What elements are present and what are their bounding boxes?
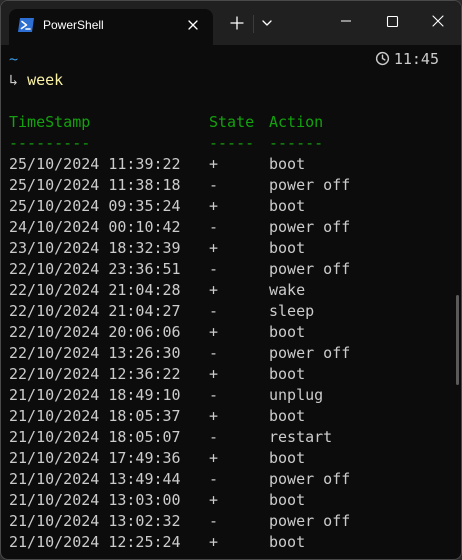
cell-state: + [209, 533, 219, 551]
cell-action: power off [269, 176, 351, 194]
cell-timestamp: 22/10/2024 21:04:27 [9, 302, 181, 320]
cell-action: ------ [269, 134, 324, 152]
cell-action: boot [269, 449, 306, 467]
cell-timestamp: 21/10/2024 17:49:36 [9, 449, 181, 467]
cell-timestamp: 21/10/2024 18:05:07 [9, 428, 181, 446]
cell-state: - [209, 218, 219, 236]
cell-action: unplug [269, 386, 324, 404]
cell-state: + [209, 155, 219, 173]
cell-timestamp: 25/10/2024 11:38:18 [9, 176, 181, 194]
cell-action: wake [269, 281, 306, 299]
cell-state: ----- [209, 134, 255, 152]
cell-timestamp: 22/10/2024 12:36:22 [9, 365, 181, 383]
cell-timestamp: 21/10/2024 13:02:32 [9, 512, 181, 530]
cell-timestamp: 25/10/2024 11:39:22 [9, 155, 181, 173]
cell-timestamp: 21/10/2024 13:49:44 [9, 470, 181, 488]
cell-action: power off [269, 260, 351, 278]
titlebar-divider [253, 15, 254, 33]
cell-action: boot [269, 407, 306, 425]
plus-icon[interactable] [225, 11, 249, 35]
cell-timestamp: 25/10/2024 09:35:24 [9, 197, 181, 215]
cell-timestamp: 21/10/2024 18:49:10 [9, 386, 181, 404]
cell-state: + [209, 239, 219, 257]
minimize-icon[interactable] [323, 3, 369, 39]
title-bar: PowerShell [1, 1, 461, 45]
cell-state: State [209, 113, 255, 131]
cell-state: - [209, 512, 219, 530]
cell-state: + [209, 323, 219, 341]
cell-timestamp: 22/10/2024 20:06:06 [9, 323, 181, 341]
terminal-output[interactable]: ~ 11:45 ↳ week TimeStamp State Action -----… [1, 45, 461, 559]
cell-action: boot [269, 155, 306, 173]
cell-timestamp: 21/10/2024 13:03:00 [9, 491, 181, 509]
cell-state: + [209, 407, 219, 425]
cell-action: boot [269, 197, 306, 215]
cell-state: + [209, 197, 219, 215]
cell-timestamp: 21/10/2024 12:25:24 [9, 533, 181, 551]
cell-action: power off [269, 344, 351, 362]
cell-action: boot [269, 323, 306, 341]
cell-timestamp: 24/10/2024 00:10:42 [9, 218, 181, 236]
cell-state: - [209, 176, 219, 194]
cell-action: Action [269, 113, 324, 131]
tab-title: PowerShell [43, 18, 104, 32]
chevron-down-icon[interactable] [257, 11, 277, 35]
cell-action: boot [269, 491, 306, 509]
cell-state: - [209, 344, 219, 362]
prompt-path: ~ [9, 50, 19, 68]
scrollbar[interactable] [456, 295, 459, 385]
prompt-time: 11:45 [393, 50, 439, 68]
tab-powershell[interactable]: PowerShell [9, 9, 213, 45]
prompt-arrow: ↳ [9, 71, 19, 89]
cell-action: power off [269, 218, 351, 236]
cell-state: - [209, 470, 219, 488]
powershell-icon [18, 18, 34, 32]
cell-state: + [209, 491, 219, 509]
cell-action: power off [269, 470, 351, 488]
cell-state: - [209, 386, 219, 404]
cell-timestamp: --------- [9, 134, 91, 152]
prompt-line: ↳ week [9, 70, 63, 91]
cell-state: + [209, 281, 219, 299]
cell-state: - [209, 302, 219, 320]
prompt-clock: 11:45 [375, 49, 439, 70]
cell-action: power off [269, 512, 351, 530]
cell-timestamp: 21/10/2024 18:05:37 [9, 407, 181, 425]
cell-state: - [209, 260, 219, 278]
cell-action: boot [269, 239, 306, 257]
cell-timestamp: 22/10/2024 21:04:28 [9, 281, 181, 299]
maximize-icon[interactable] [369, 3, 415, 39]
cell-timestamp: TimeStamp [9, 113, 91, 131]
close-icon[interactable] [415, 3, 461, 39]
clock-icon [375, 51, 389, 66]
cell-timestamp: 23/10/2024 18:32:39 [9, 239, 181, 257]
terminal-window: PowerShell ~ 11:45 ↳ week TimeStamp Stat… [0, 0, 462, 560]
cell-action: boot [269, 533, 306, 551]
cell-timestamp: 22/10/2024 23:36:51 [9, 260, 181, 278]
cell-action: sleep [269, 302, 315, 320]
cell-timestamp: 22/10/2024 13:26:30 [9, 344, 181, 362]
cell-state: + [209, 365, 219, 383]
cell-action: restart [269, 428, 333, 446]
cell-state: + [209, 449, 219, 467]
close-icon[interactable] [185, 17, 201, 33]
cell-state: - [209, 428, 219, 446]
cell-action: boot [269, 365, 306, 383]
prompt-command: week [27, 71, 64, 89]
